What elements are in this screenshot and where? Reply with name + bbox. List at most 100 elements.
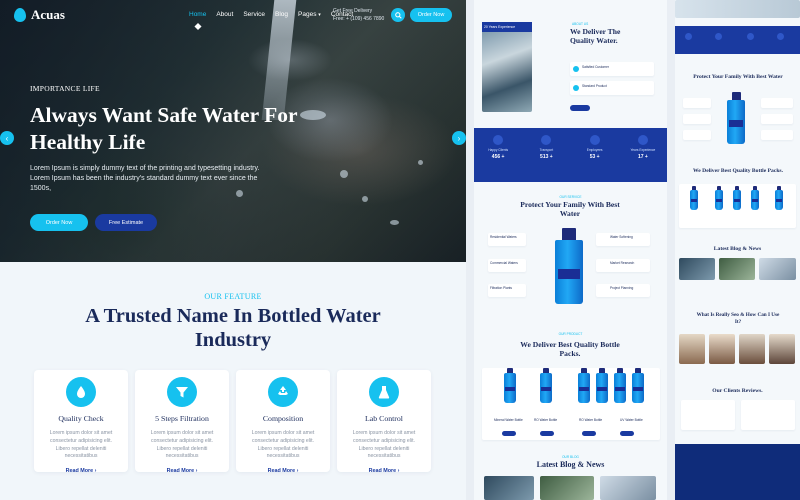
hero-content: IMPORTANCE LIFE Always Want Safe Water F… [30, 84, 310, 231]
cyclist-photo [482, 22, 532, 112]
stat-label: Happy Clients [488, 148, 509, 152]
feature-card-title: Lab Control [365, 414, 403, 423]
delivery-info: Get Free Delivery Free: + (109) 456 7890 [333, 7, 384, 23]
stat-label: Transport [539, 148, 554, 152]
order-now-nav-button[interactable]: Order Now [410, 8, 452, 22]
blog-image [719, 258, 755, 280]
blog-image [759, 258, 796, 280]
free-estimate-button[interactable]: Free Estimate [95, 214, 157, 231]
bottle-product [690, 186, 698, 210]
bottle-product [715, 186, 723, 210]
bottle-product [540, 367, 552, 403]
service-card: Filtration Plants [488, 284, 526, 297]
main-page: Acuas Home About Service Blog Pages ▾ Co… [0, 0, 466, 500]
feature-card-composition[interactable]: Composition Lorem ipsum dolor sit amet c… [236, 370, 330, 474]
pack-name: UV Water Bottle [620, 418, 643, 422]
nav-item-service[interactable]: Service [243, 11, 265, 18]
blog-eyebrow: OUR BLOG [562, 455, 579, 459]
check-icon [573, 66, 579, 72]
mobile-service-card [761, 114, 793, 124]
stat-label: Employees [586, 148, 603, 152]
read-more-link[interactable]: Read More › [337, 468, 431, 474]
feature-card-text: Lorem ipsum dolor sit amet consectetur a… [150, 430, 214, 460]
experience-badge: 20 Years Experience [482, 22, 532, 32]
water-drop-icon [14, 8, 26, 22]
slider-prev-button[interactable]: ‹ [0, 131, 14, 145]
blog-title: Latest Blog & News [536, 460, 605, 469]
stat-value: 17 + [637, 154, 648, 160]
trophy-icon [637, 135, 648, 145]
team-photo [739, 334, 765, 364]
bottle-product [775, 186, 783, 210]
blog-image [484, 476, 534, 500]
about-item-label: Satisfied Customer [582, 65, 609, 69]
feature-card-title: 5 Steps Filtration [155, 414, 209, 423]
team-photo [769, 334, 795, 364]
feature-card-filtration[interactable]: 5 Steps Filtration Lorem ipsum dolor sit… [135, 370, 229, 474]
search-button[interactable] [391, 8, 405, 22]
feature-card-text: Lorem ipsum dolor sit amet consectetur a… [352, 430, 416, 460]
pack-buy-button[interactable] [620, 431, 634, 436]
feature-card-lab-control[interactable]: Lab Control Lorem ipsum dolor sit amet c… [337, 370, 431, 474]
bottle-product [751, 186, 759, 210]
mobile-packs-title: We Deliver Best Quality Bottle Packs. [693, 168, 784, 174]
slider-next-button[interactable]: › [452, 131, 466, 145]
delivery-phone: Free: + (109) 456 7890 [333, 16, 385, 22]
service-card: Project Planning [596, 284, 650, 297]
desktop-preview-column: 20 Years Experience ABOUT US We Deliver … [474, 0, 667, 500]
water-drop [362, 196, 368, 202]
pack-buy-button[interactable] [540, 431, 554, 436]
about-read-more-button[interactable] [570, 105, 590, 111]
mobile-service-card [683, 130, 711, 140]
nav-item-pages[interactable]: Pages ▾ [298, 11, 321, 18]
nav-item-home[interactable]: Home [189, 11, 206, 18]
stat-item: Years Experience 17 + [623, 135, 663, 160]
pack-buy-button[interactable] [582, 431, 596, 436]
blog-image [540, 476, 594, 500]
pack-buy-button[interactable] [502, 431, 516, 436]
nav-item-pages-label: Pages [298, 11, 317, 18]
feature-eyebrow: OUR FEATURE [204, 292, 262, 301]
stat-value: 513 + [540, 154, 553, 160]
bottle-product [596, 367, 608, 403]
brand-name: Acuas [31, 7, 65, 22]
about-item-card: Standard Product [570, 81, 654, 95]
service-label: Filtration Plants [490, 286, 512, 290]
delivery-label: Get Free Delivery [333, 8, 373, 14]
brand-logo[interactable]: Acuas [14, 7, 65, 23]
service-label: Project Planning [610, 286, 634, 290]
chevron-left-icon: ‹ [5, 133, 9, 143]
mobile-service-card [761, 98, 793, 108]
water-drop [340, 170, 348, 178]
read-more-link[interactable]: Read More › [135, 468, 229, 474]
pack-name: RO Water Bottle [534, 418, 558, 422]
mobile-service-card [761, 130, 793, 140]
mobile-blog-title: Latest Blog & News [713, 246, 762, 252]
read-more-link[interactable]: Read More › [34, 468, 128, 474]
service-card: Water Softening [596, 233, 650, 246]
stat-label: Years Experience [630, 148, 656, 152]
trophy-icon [777, 33, 784, 40]
recycle-icon [268, 377, 298, 407]
bottle-product [614, 367, 626, 403]
water-bottle-image [727, 92, 745, 144]
about-item-label: Standard Product [582, 84, 607, 88]
service-label: Residential Waters [490, 235, 517, 239]
about-item-card: Satisfied Customer [570, 62, 654, 76]
packs-eyebrow: OUR PRODUCT [558, 332, 583, 336]
truck-icon [715, 33, 722, 40]
nav-item-about[interactable]: About [216, 11, 233, 18]
water-drop [418, 160, 423, 165]
read-more-link[interactable]: Read More › [236, 468, 330, 474]
mobile-service-card [683, 114, 711, 124]
feature-card-quality-check[interactable]: Quality Check Lorem ipsum dolor sit amet… [34, 370, 128, 474]
nav-item-blog[interactable]: Blog [275, 11, 288, 18]
bottle-product [578, 367, 590, 403]
stat-item: Employees 53 + [575, 135, 615, 160]
protect-eyebrow: OUR SERVICE [559, 195, 582, 199]
chevron-right-icon: › [457, 133, 461, 143]
about-title: We Deliver The Quality Water. [570, 27, 621, 45]
mobile-reviews-title: Our Clients Reviews. [712, 388, 763, 394]
order-now-button[interactable]: Order Now [30, 214, 88, 231]
feature-card-text: Lorem ipsum dolor sit amet consectetur a… [49, 430, 113, 460]
